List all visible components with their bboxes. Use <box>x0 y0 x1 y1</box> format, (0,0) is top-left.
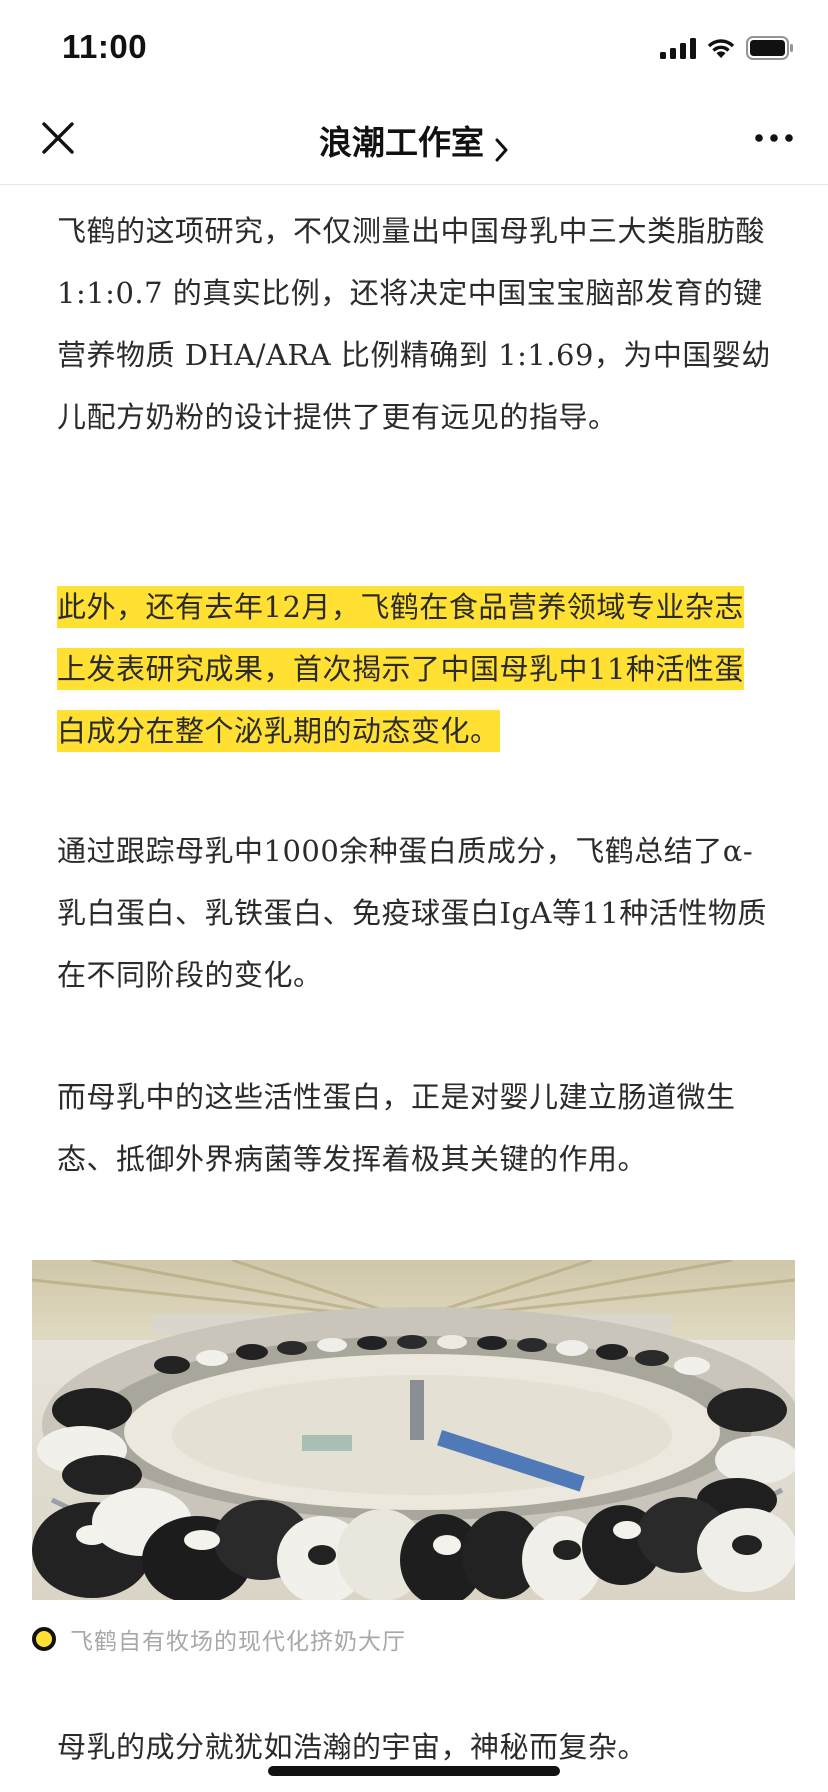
status-time: 11:00 <box>62 28 148 65</box>
home-indicator[interactable] <box>268 1766 560 1776</box>
wifi-icon <box>707 39 735 58</box>
milking-parlour-photo <box>32 1260 795 1600</box>
more-button[interactable] <box>754 130 794 146</box>
cellular-signal-icon <box>660 37 696 59</box>
article-paragraph: 而母乳中的这些活性蛋白，正是对婴儿建立肠道微生态、抵御外界病菌等发挥着极其关键的… <box>57 1080 736 1176</box>
status-bar: 11:00 <box>0 0 828 96</box>
battery-icon <box>746 36 793 60</box>
nav-title: 浪潮工作室 <box>318 123 484 162</box>
image-caption: 飞鹤自有牧场的现代化挤奶大厅 <box>32 1622 406 1656</box>
caption-text: 飞鹤自有牧场的现代化挤奶大厅 <box>70 1629 406 1655</box>
article-image[interactable] <box>32 1260 795 1600</box>
nav-bar: 浪潮工作室 <box>0 96 828 185</box>
more-dots-icon <box>755 134 793 142</box>
caption-marker-icon <box>32 1627 56 1651</box>
account-title-link[interactable]: 浪潮工作室 <box>0 116 828 164</box>
status-icons <box>660 36 794 60</box>
article-paragraph-highlighted: 此外，还有去年12月，飞鹤在食品营养领域专业杂志上发表研究成果，首次揭示了中国母… <box>57 576 771 762</box>
article-paragraph: 通过跟踪母乳中1000余种蛋白质成分，飞鹤总结了α-乳白蛋白、乳铁蛋白、免疫球蛋… <box>57 834 767 992</box>
chevron-right-icon <box>495 138 508 161</box>
highlighted-text: 此外，还有去年12月，飞鹤在食品营养领域专业杂志上发表研究成果，首次揭示了中国母… <box>57 586 744 752</box>
article-paragraph: 飞鹤的这项研究，不仅测量出中国母乳中三大类脂肪酸 1:1:0.7 的真实比例，还… <box>57 214 771 434</box>
